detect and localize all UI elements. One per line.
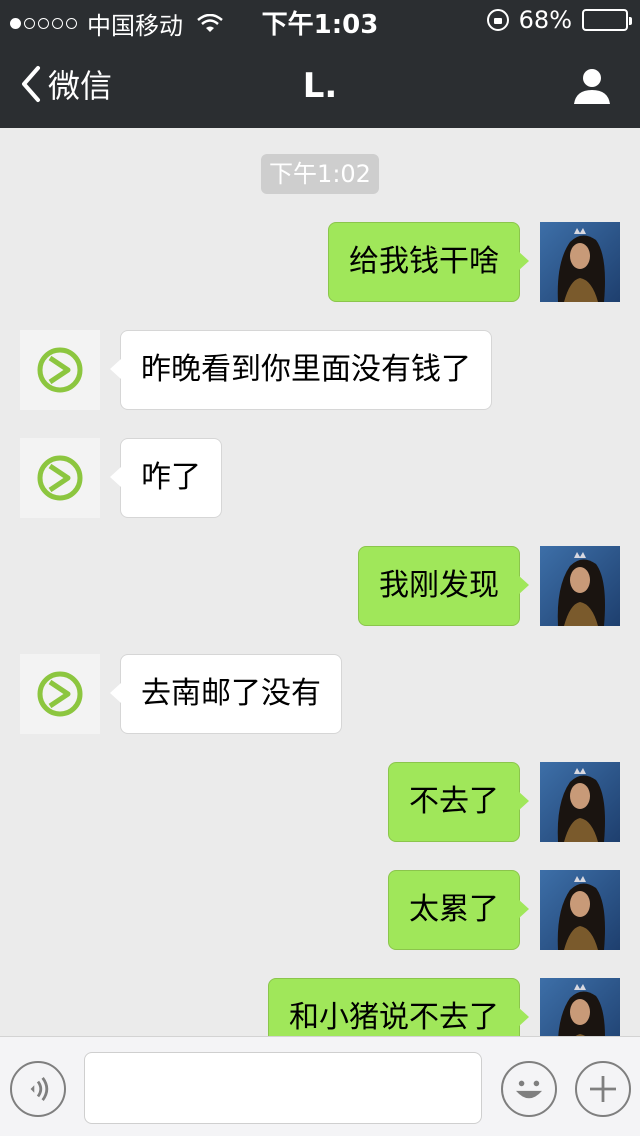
battery-percent: 68% — [518, 6, 572, 34]
my-avatar[interactable] — [540, 870, 620, 950]
message-row: 昨晚看到你里面没有钱了 — [0, 330, 640, 410]
input-bar — [0, 1036, 640, 1136]
battery-icon — [582, 9, 632, 31]
sent-message-bubble[interactable]: 我刚发现 — [358, 546, 529, 626]
message-input[interactable] — [84, 1052, 482, 1124]
message-row: 咋了 — [0, 438, 640, 518]
message-row: 给我钱干啥 — [0, 222, 640, 302]
message-row: 我刚发现 — [0, 546, 640, 626]
sent-message-bubble[interactable]: 给我钱干啥 — [328, 222, 529, 302]
plus-icon[interactable] — [575, 1061, 631, 1117]
my-avatar[interactable] — [540, 762, 620, 842]
status-right: 68% — [486, 6, 632, 34]
orientation-lock-icon — [486, 9, 509, 31]
message-row: 不去了 — [0, 762, 640, 842]
received-message-bubble[interactable]: 咋了 — [110, 438, 222, 518]
my-avatar[interactable] — [540, 222, 620, 302]
sent-message-bubble[interactable]: 太累了 — [388, 870, 529, 950]
voice-icon[interactable] — [10, 1061, 66, 1117]
message-timestamp: 下午1:02 — [261, 154, 379, 194]
wechat-chat-screen: 中国移动 下午1:03 68% 微信 L. 下午1:02 给我钱干啥 昨晚看到你… — [0, 0, 640, 1136]
received-message-bubble[interactable]: 昨晚看到你里面没有钱了 — [110, 330, 492, 410]
received-message-bubble[interactable]: 去南邮了没有 — [110, 654, 342, 734]
message-row: 太累了 — [0, 870, 640, 950]
status-bar: 中国移动 下午1:03 68% — [0, 0, 640, 40]
message-row: 去南邮了没有 — [0, 654, 640, 734]
chat-title: L. — [302, 66, 338, 106]
contact-avatar[interactable] — [20, 438, 100, 518]
emoji-icon[interactable] — [501, 1061, 557, 1117]
contact-avatar[interactable] — [20, 654, 100, 734]
contact-avatar[interactable] — [20, 330, 100, 410]
navigation-bar: 微信 L. — [0, 40, 640, 128]
my-avatar[interactable] — [540, 546, 620, 626]
sent-message-bubble[interactable]: 不去了 — [388, 762, 529, 842]
top-bar: 中国移动 下午1:03 68% 微信 L. — [0, 0, 640, 128]
contact-profile-icon[interactable] — [572, 66, 612, 106]
